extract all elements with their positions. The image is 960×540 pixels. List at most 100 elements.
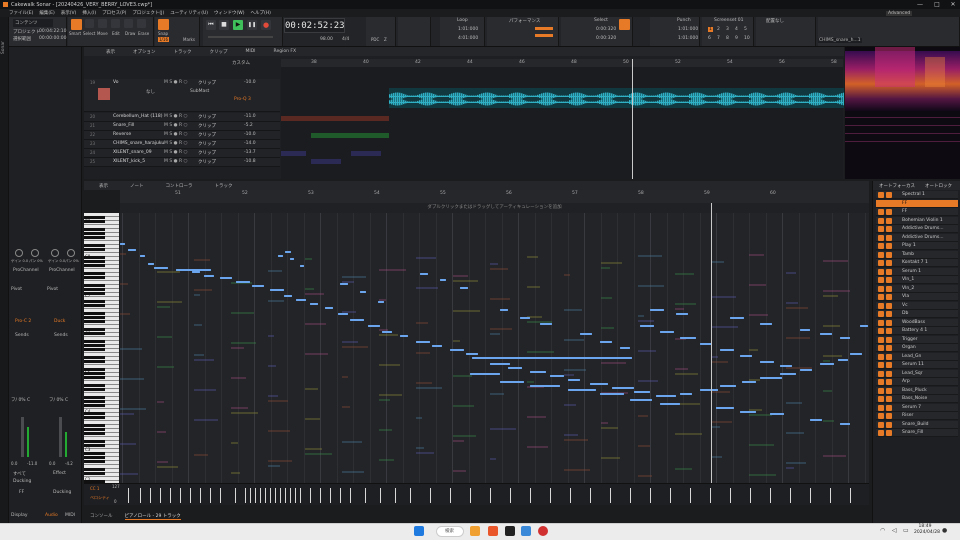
velocity-bar[interactable] xyxy=(850,488,851,503)
midi-note[interactable] xyxy=(716,407,734,409)
track-enable-icon[interactable] xyxy=(886,387,892,394)
playhead[interactable] xyxy=(711,203,712,483)
track-visible-icon[interactable] xyxy=(878,430,884,436)
piano-keyboard[interactable]: C9 C8 C7 C6 C5 C4 C3 C2 xyxy=(84,213,119,483)
midi-note[interactable] xyxy=(720,349,734,351)
track-visible-icon[interactable] xyxy=(878,234,884,241)
midi-note[interactable] xyxy=(660,403,680,405)
clip-select[interactable]: クリップ xyxy=(198,159,216,165)
midi-note[interactable] xyxy=(470,373,500,375)
midi-note[interactable] xyxy=(780,365,792,367)
velocity-bar[interactable] xyxy=(690,488,691,503)
audio-tab[interactable]: Audio xyxy=(45,513,58,518)
minimize-button[interactable]: — xyxy=(913,0,927,9)
arranger-label[interactable]: 配置なし xyxy=(766,18,784,24)
app-icon[interactable] xyxy=(488,526,498,536)
velocity-bar[interactable] xyxy=(190,488,191,503)
speaker-icon[interactable]: ◁ xyxy=(892,527,897,534)
track-visible-icon[interactable] xyxy=(878,268,884,275)
midi-note[interactable] xyxy=(490,363,510,365)
black-key[interactable] xyxy=(84,259,105,263)
black-key[interactable] xyxy=(84,415,105,419)
midi-note[interactable] xyxy=(192,271,200,273)
velocity-bar[interactable] xyxy=(320,488,321,503)
midi-note[interactable] xyxy=(284,295,292,297)
output-select[interactable]: SubMast xyxy=(190,89,209,94)
black-key[interactable] xyxy=(84,283,105,287)
track-enable-icon[interactable] xyxy=(886,336,892,343)
loop-start[interactable]: 1:01:000 xyxy=(458,27,478,32)
midi-note[interactable] xyxy=(416,341,430,343)
select-start[interactable]: 0:00:320 xyxy=(596,27,616,32)
black-key[interactable] xyxy=(84,439,105,443)
track-visible-icon[interactable] xyxy=(878,277,884,283)
fx-slot[interactable]: Duck xyxy=(54,319,65,324)
pianoroll-menu-view[interactable]: 表示 xyxy=(99,183,108,189)
track-enable-icon[interactable] xyxy=(886,277,892,283)
midi-note[interactable] xyxy=(378,301,384,303)
midi-note[interactable] xyxy=(148,263,154,265)
midi-note[interactable] xyxy=(820,333,832,335)
track-enable-icon[interactable] xyxy=(886,345,892,351)
midi-note[interactable] xyxy=(236,281,250,283)
track-row[interactable]: 20 Cerebellum_Hat (118) M S ● R ○ クリップ -… xyxy=(84,113,280,122)
trackview-menu-clip[interactable]: クリップ xyxy=(210,49,228,55)
track-visible-icon[interactable] xyxy=(878,328,884,334)
velocity-bar[interactable] xyxy=(510,488,511,503)
track-visible-icon[interactable] xyxy=(878,217,884,224)
track-select[interactable]: CHIMS_snare_h...1 xyxy=(818,38,862,43)
midi-note[interactable] xyxy=(612,387,634,389)
clip-select[interactable]: クリップ xyxy=(198,80,216,86)
velocity-bar[interactable] xyxy=(150,488,151,503)
track-enable-icon[interactable] xyxy=(886,234,892,241)
velocity-bar[interactable] xyxy=(200,488,201,503)
black-key[interactable] xyxy=(84,431,105,435)
velocity-bar[interactable] xyxy=(265,488,266,503)
track-visible-icon[interactable] xyxy=(878,396,884,402)
midi-note[interactable] xyxy=(760,323,772,325)
playhead[interactable] xyxy=(632,59,633,179)
track-visible-icon[interactable] xyxy=(878,387,884,394)
track-enable-icon[interactable] xyxy=(886,430,892,436)
track-list-item[interactable]: Bass_Noise xyxy=(876,395,958,403)
track-list-item[interactable]: Arp xyxy=(876,378,958,386)
battery-icon[interactable]: ▭ xyxy=(903,527,909,534)
midi-note[interactable] xyxy=(270,289,284,291)
midi-note[interactable] xyxy=(840,423,850,425)
clip-select[interactable]: クリップ xyxy=(198,114,216,120)
midi-note[interactable] xyxy=(500,381,524,383)
prochannel-label[interactable]: ProChannel xyxy=(13,268,39,273)
screenset-1[interactable]: 1 xyxy=(708,27,713,32)
track-list-item[interactable]: FF xyxy=(876,208,958,216)
velocity-bar[interactable] xyxy=(160,488,161,503)
track-ms-buttons[interactable]: M S ● R ○ xyxy=(164,141,187,146)
black-key[interactable] xyxy=(84,231,105,235)
custom-label[interactable]: カスタム xyxy=(232,60,250,66)
prochannel-label[interactable]: ProChannel xyxy=(49,268,75,273)
track-name[interactable]: Reverse xyxy=(113,132,131,137)
velocity-bar[interactable] xyxy=(670,488,671,503)
velocity-bar[interactable] xyxy=(290,488,291,503)
tab-console[interactable]: コンソール xyxy=(90,513,113,519)
track-enable-icon[interactable] xyxy=(886,251,892,258)
track-list-item[interactable]: Battery 4 1 xyxy=(876,327,958,335)
velocity-bar[interactable] xyxy=(340,488,341,503)
track-visible-icon[interactable] xyxy=(878,353,884,360)
pianoroll-menu-controllers[interactable]: コントローラ xyxy=(166,183,193,189)
velocity-bar[interactable] xyxy=(380,488,381,503)
zero-button[interactable]: Z xyxy=(384,37,387,42)
sonar-app-icon[interactable] xyxy=(505,526,515,536)
trackview-menu-regionfx[interactable]: Region FX xyxy=(274,49,297,54)
velocity-bar[interactable] xyxy=(365,488,366,503)
select-nudge-icon[interactable] xyxy=(619,19,630,30)
black-key[interactable] xyxy=(84,287,105,291)
black-key[interactable] xyxy=(84,427,105,431)
track-enable-icon[interactable] xyxy=(886,421,892,428)
track-row[interactable]: 24 XILENT_snare_09 M S ● R ○ クリップ -13.7 xyxy=(84,149,280,158)
midi-note[interactable] xyxy=(550,375,564,377)
autolock-tab[interactable]: オートロック xyxy=(925,183,952,189)
snap-value[interactable]: 1/16 xyxy=(158,37,169,42)
position-slider[interactable] xyxy=(208,36,273,38)
track-visible-icon[interactable] xyxy=(878,336,884,343)
black-key[interactable] xyxy=(84,375,105,379)
